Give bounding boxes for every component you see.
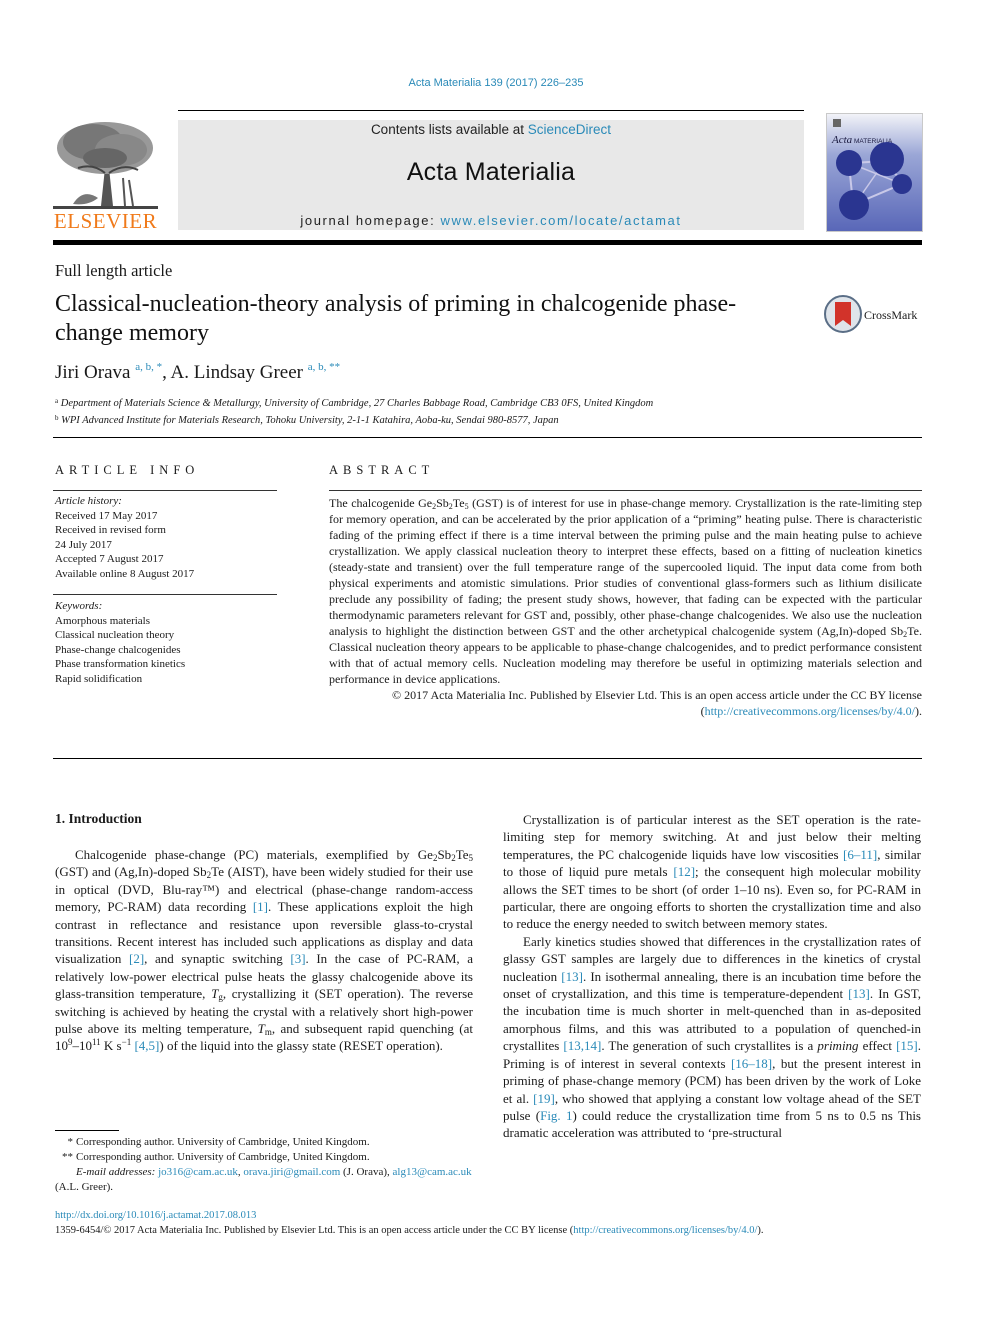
history-item: Received in revised form (55, 524, 166, 536)
journal-citation[interactable]: Acta Materialia 139 (2017) 226–235 (0, 77, 992, 89)
abstract-paragraph: The chalcogenide Ge2Sb2Te5 (GST) is of i… (329, 496, 922, 686)
body-paragraph: Crystallization is of particular interes… (503, 812, 921, 932)
header-thick-rule (53, 240, 922, 245)
article-type: Full length article (55, 261, 173, 280)
email-link[interactable]: orava.jiri@gmail.com (243, 1166, 340, 1178)
citation-link[interactable]: [15] (896, 1038, 918, 1053)
footnote-rule (55, 1130, 119, 1131)
footnotes: * Corresponding author. University of Cam… (55, 1135, 475, 1195)
homepage-line: journal homepage: www.elsevier.com/locat… (178, 213, 804, 228)
journal-title[interactable]: Acta Materialia (178, 158, 804, 187)
citation-link[interactable]: [6–11] (843, 847, 877, 862)
cc-license-link[interactable]: http://creativecommons.org/licenses/by/4… (705, 704, 915, 718)
doi-url[interactable]: http://dx.doi.org/10.1016/j.actamat.2017… (55, 1210, 256, 1221)
author-list: Jiri Orava a, b, *, A. Lindsay Greer a, … (55, 361, 340, 384)
issn-license-line: 1359-6454/© 2017 Acta Materialia Inc. Pu… (55, 1225, 764, 1236)
citation-link[interactable]: [19] (533, 1091, 555, 1106)
citation-link[interactable]: [13] (561, 969, 583, 984)
affiliation-text: Department of Materials Science & Metall… (60, 398, 654, 409)
affiliation-text: WPI Advanced Institute for Materials Res… (61, 415, 559, 426)
article-history: Article history: Received 17 May 2017 Re… (55, 494, 194, 581)
affiliations: a Department of Materials Science & Meta… (55, 394, 653, 428)
homepage-prefix: journal homepage: (300, 213, 441, 228)
keyword: Phase-change chalcogenides (55, 643, 181, 656)
header-top-rule (178, 110, 804, 111)
abstract-bottom-rule (53, 758, 922, 759)
author-separator: , (162, 362, 171, 383)
author-name[interactable]: A. Lindsay Greer (171, 362, 303, 383)
contents-line: Contents lists available at ScienceDirec… (178, 120, 804, 137)
journal-cover-art-icon: Acta MATERIALIA (831, 119, 912, 220)
citation-link[interactable]: [2] (129, 951, 144, 966)
journal-cover-thumbnail[interactable]: Acta MATERIALIA (826, 113, 923, 232)
history-item: Received 17 May 2017 (55, 509, 158, 522)
keyword: Classical nucleation theory (55, 629, 175, 641)
elsevier-wordmark: ELSEVIER (53, 209, 158, 233)
citation-link[interactable]: [4,5] (134, 1038, 159, 1053)
citation-link[interactable]: [12] (673, 864, 695, 879)
author-marks[interactable]: a, b, ** (308, 361, 340, 373)
doi-link[interactable]: http://dx.doi.org/10.1016/j.actamat.2017… (55, 1210, 256, 1221)
info-rule (53, 490, 277, 491)
keywords-label: Keywords: (55, 600, 103, 612)
abstract-body: The chalcogenide Ge2Sb2Te5 (GST) is of i… (329, 495, 922, 719)
section-rule (53, 437, 922, 438)
contents-prefix: Contents lists available at (370, 122, 528, 137)
history-label: Article history: (55, 495, 122, 507)
body-column-right: Crystallization is of particular interes… (503, 811, 921, 1142)
article-info-heading: ARTICLE INFO (55, 463, 200, 477)
keyword: Phase transformation kinetics (55, 658, 186, 670)
citation-link[interactable]: [13] (848, 986, 870, 1001)
cover-title: Acta (831, 134, 853, 146)
sciencedirect-link[interactable]: ScienceDirect (528, 122, 611, 137)
citation-link[interactable]: [16–18] (731, 1056, 772, 1071)
abstract-heading: ABSTRACT (329, 463, 435, 477)
body-paragraph: Early kinetics studies showed that diffe… (503, 933, 921, 1141)
body-column-left: Chalcogenide phase-change (PC) materials… (55, 846, 473, 1055)
body-paragraph: Chalcogenide phase-change (PC) materials… (55, 847, 473, 1054)
history-item: 24 July 2017 (55, 538, 112, 551)
citation-link[interactable]: [13,14] (563, 1038, 601, 1053)
crossmark-label: CrossMark (864, 308, 918, 322)
author-name[interactable]: Jiri Orava (55, 362, 130, 383)
crossmark-badge[interactable]: CrossMark (824, 295, 924, 335)
citation-link[interactable]: [3] (290, 951, 305, 966)
affiliation-mark: a (55, 397, 59, 405)
affiliation: a Department of Materials Science & Meta… (55, 394, 653, 411)
keywords: Keywords: Amorphous materials Classical … (55, 599, 185, 686)
footnote-emails: E-mail addresses: jo316@cam.ac.uk, orava… (55, 1166, 472, 1193)
elsevier-logo[interactable]: ELSEVIER (53, 118, 158, 234)
email-link[interactable]: alg13@cam.ac.uk (393, 1166, 472, 1178)
email-link[interactable]: jo316@cam.ac.uk (158, 1166, 238, 1178)
journal-banner: Contents lists available at ScienceDirec… (178, 120, 804, 230)
article-title: Classical-nucleation-theory analysis of … (55, 291, 737, 346)
cc-license-link[interactable]: http://creativecommons.org/licenses/by/4… (573, 1225, 757, 1236)
section-heading-introduction: 1. Introduction (55, 811, 142, 826)
abstract-copyright: © 2017 Acta Materialia Inc. Published by… (392, 688, 922, 718)
abstract-rule (329, 490, 922, 491)
figure-link[interactable]: Fig. 1 (540, 1108, 572, 1123)
history-item: Accepted 7 August 2017 (55, 553, 164, 565)
keyword: Rapid solidification (55, 672, 143, 685)
footnote: * Corresponding author. University of Cam… (67, 1136, 370, 1148)
keyword: Amorphous materials (55, 614, 151, 627)
crossmark-icon (824, 295, 862, 333)
journal-homepage-link[interactable]: www.elsevier.com/locate/actamat (441, 213, 682, 228)
affiliation-mark: b (55, 414, 59, 422)
history-item: Available online 8 August 2017 (55, 567, 195, 580)
elsevier-tree-icon (53, 122, 158, 209)
author-marks[interactable]: a, b, * (135, 361, 162, 373)
citation-link[interactable]: [1] (253, 899, 268, 914)
footnote: ** Corresponding author. University of Ca… (62, 1151, 370, 1163)
info-rule (53, 594, 277, 595)
affiliation: b WPI Advanced Institute for Materials R… (55, 411, 653, 428)
